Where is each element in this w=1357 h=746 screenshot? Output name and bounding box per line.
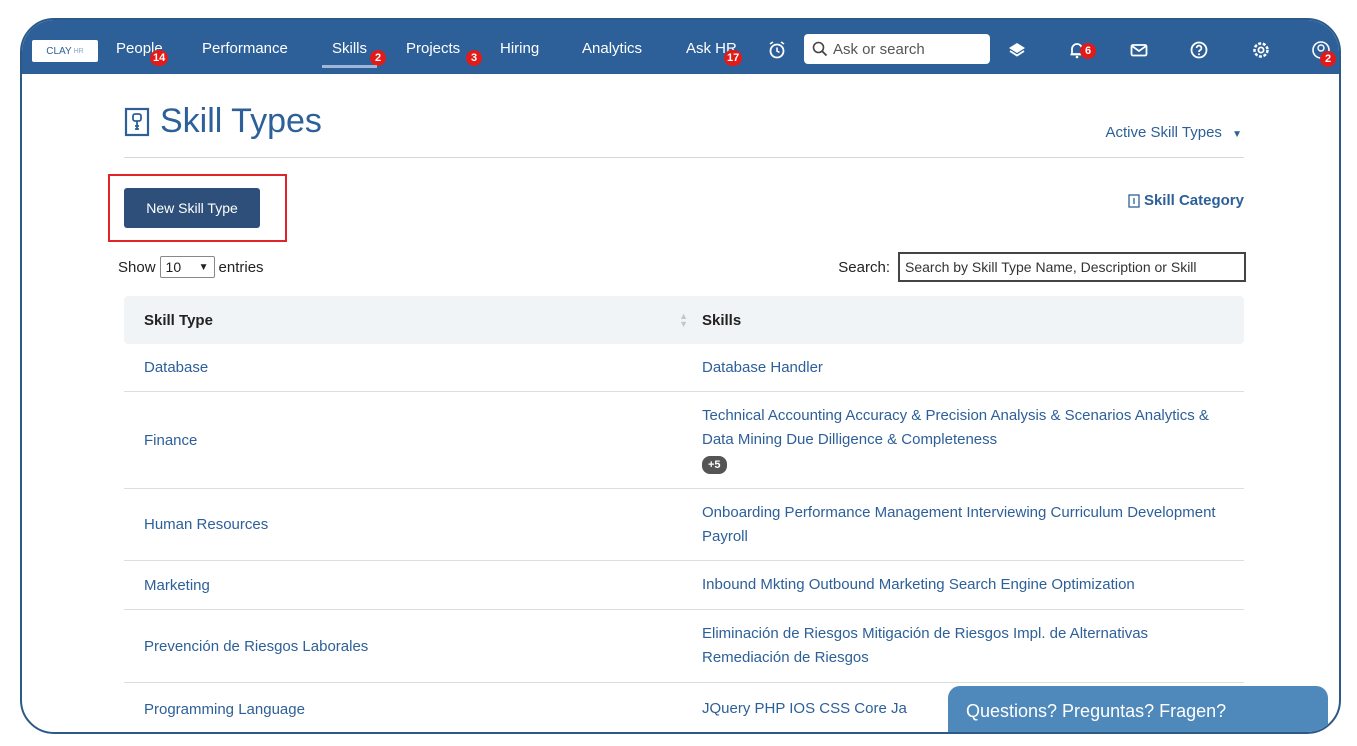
skills-list[interactable]: Eliminación de Riesgos Mitigación de Rie… [702, 622, 1222, 670]
layers-icon[interactable] [1006, 39, 1028, 61]
nav-hiring-label: Hiring [500, 40, 540, 57]
skill-category-label: Skill Category [1143, 192, 1244, 209]
gear-icon[interactable] [1250, 39, 1272, 61]
caret-down-icon: ▼ [1232, 129, 1242, 140]
nav-people-badge: 14 [150, 50, 169, 66]
column-header-skills: Skills [702, 311, 742, 329]
skill-type-link[interactable]: Marketing [124, 561, 684, 609]
entries-select[interactable]: 10 ▼ [159, 256, 215, 278]
chevron-down-icon: ▼ [198, 261, 209, 273]
nav-projects[interactable]: Projects 3 [406, 40, 482, 66]
skill-type-search-input[interactable]: Search by Skill Type Name, Description o… [898, 252, 1246, 282]
table-row: Database Database Handler [124, 344, 1244, 392]
skill-type-link[interactable]: Finance [124, 392, 684, 488]
nav-skills-badge: 2 [370, 50, 386, 66]
entries-control: Show 10 ▼ entries [118, 256, 264, 278]
skill-category-icon [1128, 193, 1140, 208]
skill-type-link[interactable]: Database [124, 344, 684, 391]
skills-list[interactable]: Technical Accounting Accuracy & Precisio… [702, 407, 1209, 448]
sort-icon: ▲ ▼ [679, 310, 688, 329]
table-row: Marketing Inbound Mkting Outbound Market… [124, 561, 1244, 610]
search-label: Search: [838, 258, 890, 276]
global-search-placeholder: Ask or search [833, 40, 925, 58]
nav-projects-badge: 3 [466, 50, 482, 66]
show-label: Show [118, 258, 156, 276]
table-header: Skill Type ▲ ▼ Skills [124, 296, 1244, 344]
table-row: Finance Technical Accounting Accuracy & … [124, 392, 1244, 489]
nav-analytics-label: Analytics [582, 40, 643, 57]
entries-value: 10 [165, 259, 182, 275]
new-skill-type-button[interactable]: New Skill Type [124, 188, 260, 228]
skill-type-link[interactable]: Programming Language [124, 683, 684, 732]
skill-type-icon [124, 107, 150, 136]
nav-skills[interactable]: Skills 2 [321, 40, 386, 68]
questions-help-button[interactable]: Questions? Preguntas? Fragen? [948, 686, 1328, 732]
table-row: Prevención de Riesgos Laborales Eliminac… [124, 610, 1244, 683]
nav-ask-hr-badge: 17 [724, 50, 743, 66]
clayhr-logo[interactable]: CLAY HR [32, 40, 98, 62]
nav-analytics[interactable]: Analytics [582, 40, 642, 57]
nav-performance[interactable]: Performance [202, 40, 288, 57]
app-frame: CLAY HR People 14 Performance Skills 2 P… [20, 18, 1341, 734]
nav-performance-label: Performance [202, 40, 288, 57]
table-search: Search: Search by Skill Type Name, Descr… [838, 252, 1246, 282]
column-header-skill-type-label: Skill Type [144, 311, 213, 329]
global-search-input[interactable]: Ask or search [804, 34, 990, 64]
skills-list[interactable]: Onboarding Performance Management Interv… [702, 501, 1222, 549]
nav-ask-hr[interactable]: Ask HR 17 [686, 40, 743, 66]
skill-category-link[interactable]: Skill Category [1128, 192, 1244, 209]
page-header: Skill Types Active Skill Types ▼ [124, 102, 1244, 158]
skill-type-link[interactable]: Human Resources [124, 489, 684, 560]
page-title-text: Skill Types [160, 102, 322, 140]
alarm-clock-icon[interactable] [766, 39, 788, 61]
table-row: Human Resources Onboarding Performance M… [124, 489, 1244, 561]
active-skill-types-dropdown[interactable]: Active Skill Types ▼ [1105, 124, 1242, 141]
notifications-badge: 6 [1080, 43, 1096, 59]
logo-text: CLAY [46, 45, 72, 57]
logo-subtext: HR [73, 47, 84, 55]
avatar-badge: 2 [1320, 51, 1336, 67]
nav-hiring[interactable]: Hiring [500, 40, 539, 57]
more-skills-badge[interactable]: +5 [702, 456, 727, 474]
avatar[interactable]: 2 [1310, 39, 1336, 67]
top-navbar: CLAY HR People 14 Performance Skills 2 P… [22, 20, 1339, 74]
filter-label: Active Skill Types [1105, 124, 1222, 141]
skill-type-link[interactable]: Prevención de Riesgos Laborales [124, 610, 684, 682]
skills-list[interactable]: Database Handler [702, 356, 1222, 380]
bell-icon[interactable]: 6 [1066, 39, 1096, 61]
nav-skills-label: Skills [332, 40, 368, 57]
entries-label: entries [218, 258, 264, 276]
mail-icon[interactable] [1128, 39, 1150, 61]
nav-projects-label: Projects [406, 40, 461, 57]
page-title: Skill Types [124, 102, 322, 141]
nav-people[interactable]: People 14 [116, 40, 169, 66]
skills-list[interactable]: Inbound Mkting Outbound Marketing Search… [702, 573, 1222, 597]
help-icon[interactable] [1188, 39, 1210, 61]
search-icon [812, 41, 828, 57]
skill-types-table: Skill Type ▲ ▼ Skills Database Database H… [124, 296, 1244, 732]
column-header-skill-type[interactable]: Skill Type ▲ ▼ [124, 311, 688, 329]
